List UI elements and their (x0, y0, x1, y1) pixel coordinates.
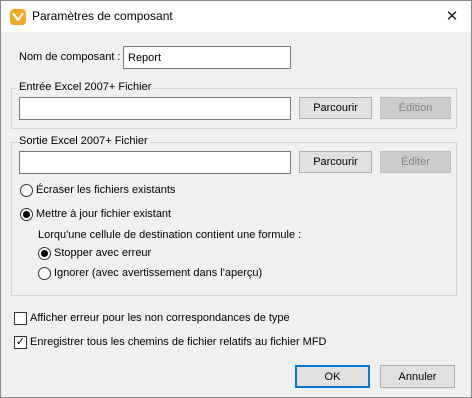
type-error-checkbox[interactable] (14, 312, 27, 325)
output-edit-button[interactable]: Éditer (380, 151, 451, 173)
input-file-path[interactable] (19, 97, 291, 120)
title-bar: Paramètres de composant ✕ (1, 1, 471, 32)
close-icon[interactable]: ✕ (439, 5, 465, 27)
app-logo-icon (10, 9, 26, 25)
output-browse-button[interactable]: Parcourir (299, 151, 372, 173)
overwrite-label: Écraser les fichiers existants (36, 184, 176, 196)
input-browse-button[interactable]: Parcourir (299, 97, 372, 119)
relative-paths-label: Enregistrer tous les chemins de fichier … (30, 336, 327, 348)
cancel-button[interactable]: Annuler (380, 365, 455, 388)
ignore-with-warning-radio[interactable] (38, 267, 51, 280)
formula-label: Lorqu'une cellule de destination contien… (38, 229, 302, 241)
input-edit-button[interactable]: Édition (380, 97, 451, 119)
update-existing-radio[interactable] (20, 208, 33, 221)
component-name-label: Nom de composant : (19, 51, 121, 63)
output-group-title: Sortie Excel 2007+ Fichier (17, 135, 150, 147)
window-title: Paramètres de composant (32, 9, 173, 23)
ok-button[interactable]: OK (295, 365, 370, 388)
relative-paths-checkbox[interactable]: ✓ (14, 336, 27, 349)
output-file-path[interactable] (19, 151, 291, 174)
stop-with-error-radio[interactable] (38, 247, 51, 260)
overwrite-radio[interactable] (20, 184, 33, 197)
input-group-title: Entrée Excel 2007+ Fichier (17, 81, 154, 93)
update-existing-label: Mettre à jour fichier existant (36, 208, 172, 220)
stop-with-error-label: Stopper avec erreur (54, 247, 152, 259)
ignore-with-warning-label: Ignorer (avec avertissement dans l'aperç… (54, 267, 263, 279)
dialog-window: Paramètres de composant ✕ Nom de composa… (0, 0, 472, 398)
type-error-label: Afficher erreur pour les non corresponda… (30, 312, 290, 324)
component-name-input[interactable] (123, 46, 291, 69)
